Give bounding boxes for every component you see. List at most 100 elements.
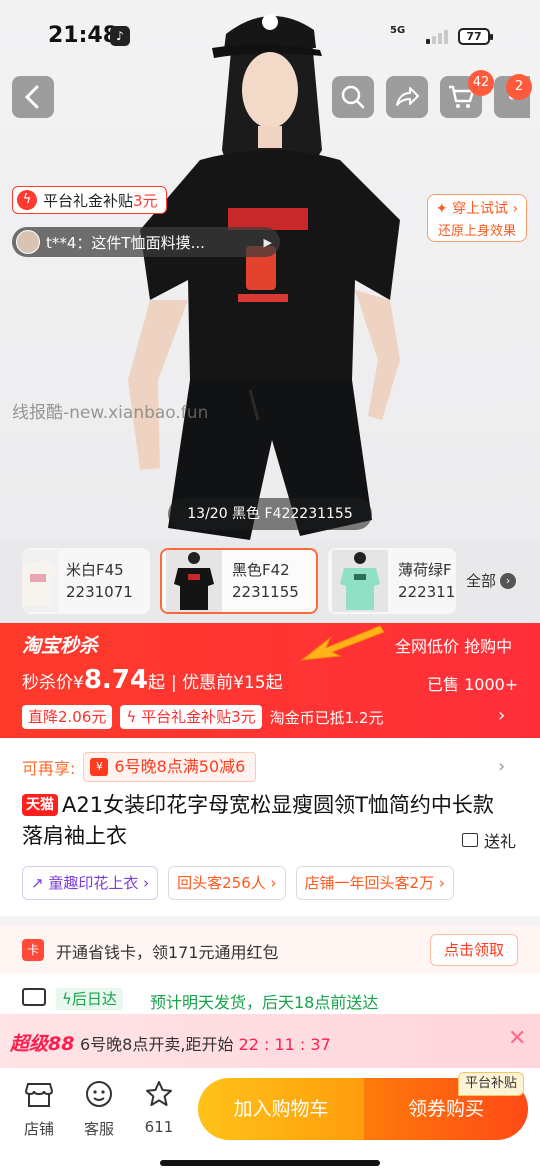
coupon-icon: ¥ <box>90 758 109 776</box>
bolt-icon: ϟ <box>62 990 72 1008</box>
tag-style[interactable]: ↗ 童趣印花上衣 › <box>22 866 159 900</box>
search-icon <box>341 85 365 109</box>
try-on-title: 穿上试试 <box>452 201 509 217</box>
favorite-button[interactable]: 611 <box>134 1080 184 1136</box>
pointer-arrow-icon <box>300 625 385 661</box>
gift-label: 送礼 <box>484 832 517 851</box>
variant-thumb <box>332 550 388 612</box>
variant-cream[interactable]: 米白F45 2231071 <box>22 548 150 614</box>
variant-label-1: 米白F45 <box>66 561 124 579</box>
status-bar: 21:48 ♪ 5G 77 <box>0 0 540 70</box>
variant-label-2: 222311 <box>398 583 456 601</box>
home-indicator[interactable] <box>160 1160 380 1166</box>
share-button[interactable] <box>386 76 428 118</box>
status-time: 21:48 <box>48 23 119 48</box>
flash-sale-banner[interactable]: 淘宝秒杀 全网低价 抢购中 秒杀价¥ 8.74 起 | 优惠前¥15起 已售 1… <box>0 623 540 738</box>
tiktok-icon: ♪ <box>110 26 130 46</box>
back-arrow-icon <box>24 85 39 109</box>
card-icon: 卡 <box>22 939 44 961</box>
share-icon <box>396 87 419 106</box>
reorder-row[interactable]: 可再享: ¥ 6号晚8点满50减6 <box>22 752 257 782</box>
close-icon[interactable]: ✕ <box>508 1026 526 1051</box>
sparkle-icon: ✦ <box>435 201 448 217</box>
countdown-banner[interactable]: 超级88 6号晚8点开卖,距开始 22 : 11 : 37 ✕ <box>0 1014 540 1068</box>
flash-sale-brand: 淘宝秒杀 <box>22 635 99 657</box>
sold-count: 已售 1000+ <box>427 675 519 694</box>
claim-button[interactable]: 点击领取 <box>430 934 518 966</box>
product-title-text: A21女装印花字母宽松显瘦圆领T恤简约中长款落肩袖上衣 <box>22 793 494 848</box>
delivery-badge: ϟ后日达 <box>56 988 123 1010</box>
gift-icon <box>462 833 478 847</box>
price-prefix: 秒杀价¥ <box>22 673 84 693</box>
variant-label-2: 2231155 <box>232 583 299 601</box>
variant-label-1: 薄荷绿F <box>398 561 452 579</box>
all-variants-label: 全部 <box>466 572 497 590</box>
price-suffix: 起 <box>147 673 165 693</box>
network-label: 5G <box>390 25 406 36</box>
service-button[interactable]: 客服 <box>74 1080 124 1139</box>
chevron-right-icon: › <box>498 705 506 726</box>
chevron-right-icon[interactable]: › <box>498 756 505 777</box>
shop-button[interactable]: 店铺 <box>14 1080 64 1139</box>
shop-label: 店铺 <box>23 1120 54 1138</box>
subsidy-chip-text: 平台礼金补贴3元 <box>141 708 256 726</box>
direct-discount-chip: 直降2.06元 <box>22 705 113 729</box>
chevron-right-icon: › <box>500 572 517 589</box>
discount-row: 直降2.06元 ϟ 平台礼金补贴3元 淘金币已抵1.2元 <box>22 705 383 729</box>
coupon-chip[interactable]: ¥ 6号晚8点满50减6 <box>83 752 257 782</box>
tag-row: ↗ 童趣印花上衣 › 回头客256人 › 店铺一年回头客2万 › <box>22 866 454 900</box>
review-bubble[interactable]: t**4：这件T恤面料摸... ▶ <box>12 227 280 257</box>
tag-returning[interactable]: 回头客256人 › <box>168 866 286 900</box>
subsidy-tag[interactable]: ϟ 平台礼金补贴 3元 <box>12 186 167 214</box>
shop-icon <box>24 1083 54 1107</box>
product-info: 可再享: ¥ 6号晚8点满50减6 › 天猫 A21女装印花字母宽松显瘦圆领T恤简… <box>0 738 540 916</box>
tag-style-label: 童趣印花上衣 › <box>48 874 150 892</box>
favorite-count: 611 <box>144 1118 174 1136</box>
image-counter: 13/20 黑色 F422231155 <box>168 498 372 530</box>
delivery-badge-text: 后日达 <box>71 990 117 1008</box>
service-icon <box>86 1081 112 1107</box>
variant-label-2: 2231071 <box>66 583 133 601</box>
battery-icon: 77 <box>458 28 493 45</box>
shipping-row[interactable]: ϟ后日达 预计明天发货，后天18点前送达 <box>0 974 540 1014</box>
variant-thumb <box>22 550 58 612</box>
cart-button[interactable]: 42 <box>440 70 494 118</box>
chevron-right-icon: › <box>512 201 519 217</box>
service-label: 客服 <box>83 1120 114 1138</box>
product-image[interactable]: 21:48 ♪ 5G 77 42 • 2 <box>0 0 540 540</box>
more-button[interactable]: • 2 <box>494 74 532 118</box>
all-variants-button[interactable]: 全部 › <box>466 570 517 591</box>
shipping-text: 预计明天发货，后天18点前送达 <box>150 993 379 1012</box>
add-to-cart-button[interactable]: 加入购物车 <box>198 1078 364 1140</box>
savings-card-row[interactable]: 卡 开通省钱卡，领171元通用红包 点击领取 <box>0 926 540 974</box>
gift-button[interactable]: 送礼 <box>462 828 516 852</box>
subsidy-tag-text: 平台礼金补贴 <box>43 191 134 210</box>
truck-icon <box>22 988 46 1006</box>
variant-mint[interactable]: 薄荷绿F 222311 <box>328 548 456 614</box>
coin-deduction: 淘金币已抵1.2元 <box>269 708 384 727</box>
back-button[interactable] <box>12 76 54 118</box>
coupon-text: 6号晚8点满50减6 <box>114 757 246 776</box>
subsidy-chip: ϟ 平台礼金补贴3元 <box>120 705 262 729</box>
price-before: | 优惠前¥15起 <box>170 673 283 693</box>
price-line: 秒杀价¥ 8.74 起 | 优惠前¥15起 <box>22 665 283 695</box>
countdown-text: 6号晚8点开卖,距开始 22 : 11 : 37 <box>80 1031 331 1055</box>
try-on-button[interactable]: ✦ 穿上试试 › 还原上身效果 <box>427 194 527 242</box>
variant-label-1: 黑色F42 <box>232 561 290 579</box>
trend-icon: ↗ <box>31 874 49 892</box>
star-icon <box>146 1081 172 1106</box>
play-icon: ▶ <box>263 235 272 249</box>
bolt-icon: ϟ <box>126 708 142 726</box>
try-on-subtitle: 还原上身效果 <box>437 224 516 239</box>
variant-black[interactable]: 黑色F42 2231155 <box>160 548 318 614</box>
lowest-price-label: 全网低价 抢购中 <box>395 637 513 656</box>
price-value: 8.74 <box>83 665 148 695</box>
cart-count-badge: 42 <box>468 70 494 96</box>
search-button[interactable] <box>332 76 374 118</box>
tmall-badge: 天猫 <box>22 794 58 816</box>
subsidy-tag-amount: 3元 <box>133 191 158 210</box>
product-page: 21:48 ♪ 5G 77 42 • 2 <box>0 0 540 1175</box>
tag-shop-returning[interactable]: 店铺一年回头客2万 › <box>295 866 454 900</box>
signal-icon <box>426 28 450 44</box>
more-count-badge: 2 <box>506 74 532 100</box>
